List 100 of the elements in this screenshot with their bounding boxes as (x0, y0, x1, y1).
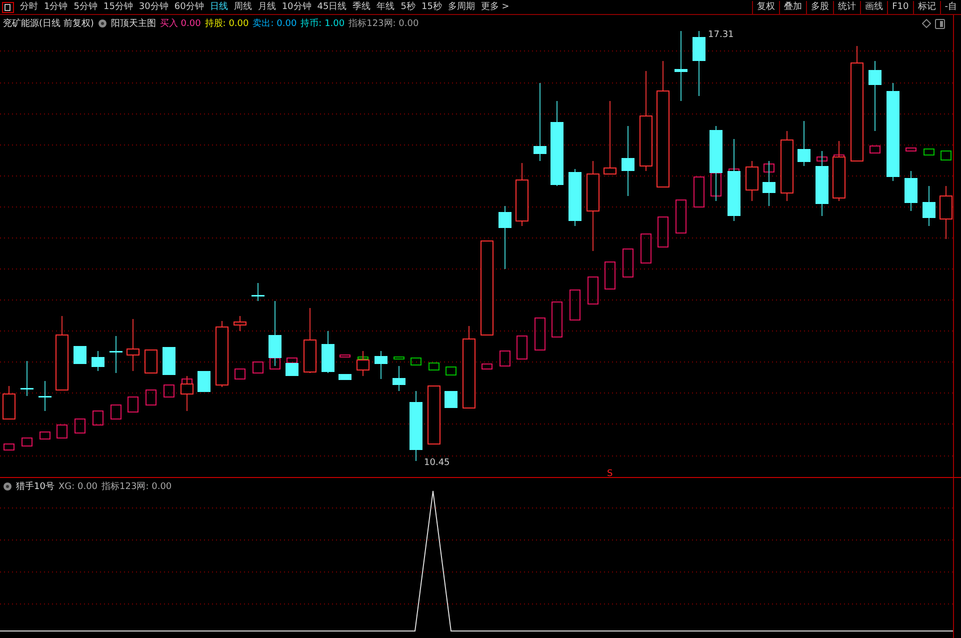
period-tab[interactable]: 周线 (230, 0, 255, 14)
period-tab[interactable]: 15秒 (418, 0, 445, 14)
candlestick (940, 186, 952, 240)
period-tab[interactable]: 30分钟 (136, 0, 172, 14)
toolbar-button[interactable]: 统计 (833, 0, 860, 14)
indicator-name: 阳顶天主图 (110, 18, 156, 30)
period-tab[interactable]: 10分钟 (278, 0, 314, 14)
trend-box (410, 358, 422, 366)
diamond-icon[interactable] (922, 19, 931, 28)
toolbar-button[interactable]: F10 (887, 0, 913, 14)
candlestick (92, 350, 104, 372)
candlestick (516, 162, 528, 226)
indicator-value: 卖出: 0.00 (252, 18, 297, 30)
candlestick (20, 360, 34, 396)
candlestick (832, 140, 846, 202)
indicator-name: 猎手10号 (16, 480, 54, 493)
indicator-value: 持币: 1.00 (300, 18, 345, 30)
trend-box (22, 438, 32, 446)
panel-icon[interactable] (2, 2, 14, 12)
candlestick (762, 160, 776, 206)
trend-box (340, 354, 350, 358)
trend-box (924, 148, 934, 156)
candlestick (568, 168, 582, 226)
trend-box (640, 234, 652, 264)
period-tab[interactable]: 1分钟 (41, 0, 71, 14)
toolbar-button[interactable]: 画线 (860, 0, 888, 14)
gear-icon[interactable] (98, 19, 107, 28)
period-tab[interactable]: 分时 (17, 0, 41, 14)
candlestick (356, 350, 370, 376)
trend-box (164, 384, 174, 398)
trend-box (252, 362, 264, 374)
period-tab[interactable]: 5分钟 (70, 0, 100, 14)
candlestick (180, 376, 194, 412)
trend-box (604, 262, 616, 290)
candlestick (922, 186, 936, 226)
candlestick (374, 350, 388, 380)
period-tab[interactable]: 日线 (206, 0, 231, 14)
trend-box (92, 410, 104, 426)
period-tab[interactable]: 45日线 (314, 0, 350, 14)
period-tab[interactable]: 5秒 (398, 0, 418, 14)
trend-box (658, 216, 668, 248)
trend-box (40, 432, 50, 440)
period-tab[interactable]: 月线 (254, 0, 279, 14)
toolbar-button[interactable]: -自 (940, 0, 961, 14)
trend-box (906, 148, 916, 152)
candlestick (268, 300, 282, 366)
window-icon[interactable] (935, 18, 945, 28)
candlestick (234, 316, 246, 332)
period-tab[interactable]: 15分钟 (100, 0, 136, 14)
indicator-value: 指标123网: 0.00 (348, 18, 419, 30)
gear-icon[interactable] (3, 482, 12, 491)
candlestick (904, 170, 918, 212)
trend-box (588, 276, 598, 304)
candlestick (816, 150, 828, 216)
toolbar-button[interactable]: 多股 (806, 0, 834, 14)
period-tab[interactable]: 多周期 (444, 0, 478, 14)
trend-box (446, 366, 456, 376)
candlestick (38, 380, 52, 412)
trend-box (358, 356, 368, 360)
indicator-value: XG: 0.00 (58, 482, 98, 492)
trend-box (146, 390, 156, 406)
candlestick (498, 206, 512, 270)
trend-box (394, 356, 404, 360)
indicator-value: 持股: 0.00 (204, 18, 249, 30)
candlestick (410, 390, 422, 462)
trend-box (500, 350, 510, 366)
trend-box (940, 150, 952, 160)
toolbar-button[interactable]: 复权 (752, 0, 780, 14)
signal-marker: S (607, 469, 613, 477)
candlestick (304, 308, 316, 374)
period-tab[interactable]: 更多 > (478, 0, 512, 14)
candlestick (126, 318, 140, 372)
period-tab[interactable]: 年线 (374, 0, 398, 14)
candlestick (622, 126, 634, 196)
trend-box (110, 404, 122, 420)
trend-box (694, 176, 704, 208)
trend-box (816, 156, 828, 162)
toolbar-button[interactable]: 标记 (912, 0, 940, 14)
toolbar-button[interactable]: 叠加 (779, 0, 806, 14)
candlestick (428, 386, 440, 444)
trend-box (74, 418, 86, 434)
trend-box (622, 248, 634, 278)
trend-box (128, 396, 138, 412)
indicator-value: 买入 0.00 (160, 18, 201, 30)
trend-box (428, 362, 440, 370)
trend-box (570, 290, 580, 320)
candlestick (144, 350, 158, 374)
trend-box (56, 424, 68, 438)
trend-box (482, 364, 492, 370)
candlestick (392, 366, 406, 392)
candlestick (746, 160, 758, 202)
candlestick (2, 386, 16, 420)
candlestick (868, 60, 882, 132)
candlestick (74, 346, 86, 364)
period-tab[interactable]: 60分钟 (171, 0, 207, 14)
candlestick (198, 370, 210, 392)
trend-box (870, 146, 880, 154)
period-tab[interactable]: 季线 (350, 0, 374, 14)
high-price-label: 17.31 (708, 30, 734, 40)
trend-box (552, 302, 562, 338)
